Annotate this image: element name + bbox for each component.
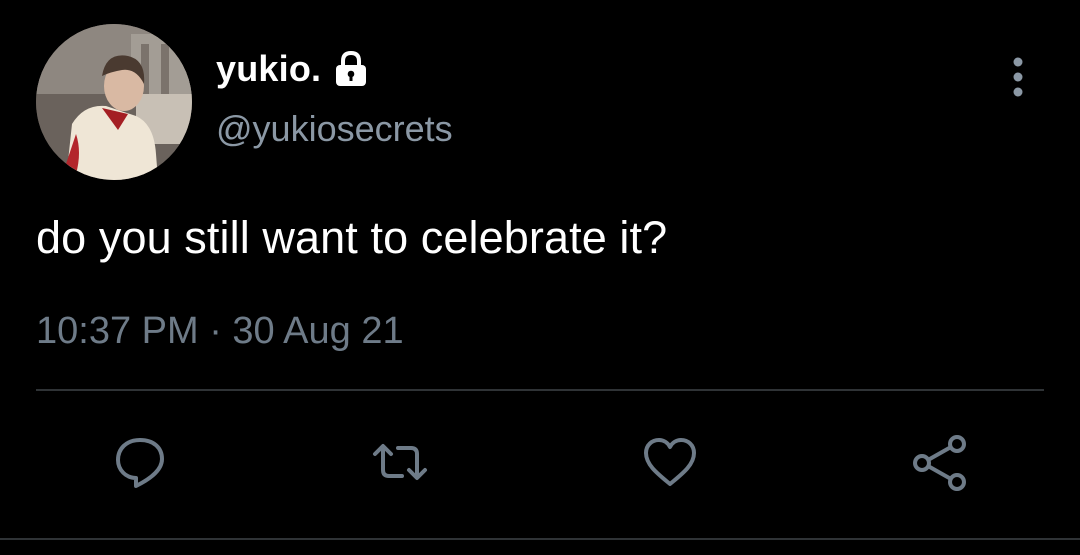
retweet-icon [373,444,427,480]
reply-icon [116,438,164,488]
author-name-row[interactable]: yukio. [216,46,371,92]
avatar-photo [36,24,192,180]
bottom-divider [0,538,1080,540]
more-vertical-icon [1013,57,1023,97]
tweet-text: do you still want to celebrate it? [36,212,668,263]
reply-button[interactable] [110,432,170,492]
display-name[interactable]: yukio. [216,48,321,90]
lock-icon [331,50,371,88]
heart-icon [644,438,696,486]
retweet-button[interactable] [370,432,430,492]
author-handle[interactable]: @yukiosecrets [216,108,453,150]
tweet-timestamp[interactable]: 10:37 PM · 30 Aug 21 [36,310,404,353]
more-options-button[interactable] [996,52,1040,102]
tweet-card: yukio. @yukiosecrets do you still want t… [0,0,1080,555]
share-icon [913,435,966,491]
like-button[interactable] [640,432,700,492]
share-button[interactable] [910,432,970,492]
avatar[interactable] [36,24,192,180]
divider [36,389,1044,391]
